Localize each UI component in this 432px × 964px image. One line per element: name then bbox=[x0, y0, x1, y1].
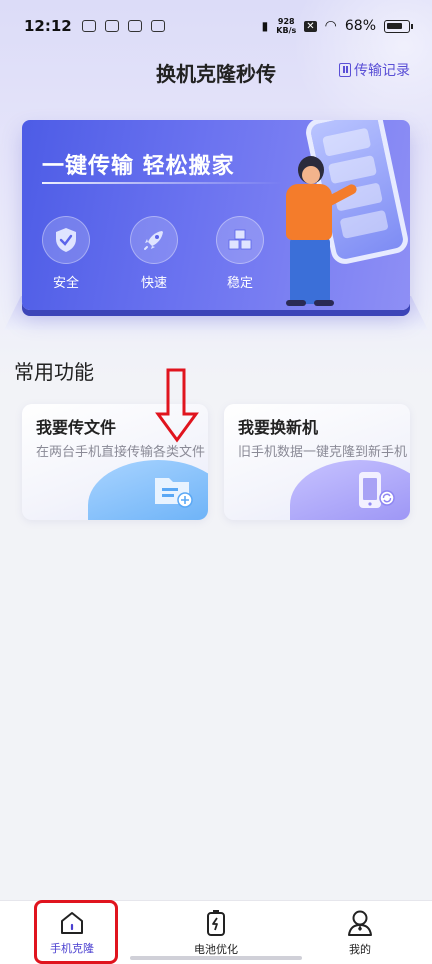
hero-banner: 一键传输 轻松搬家 安全 快速 稳定 bbox=[22, 120, 410, 310]
no-sim-icon: ✕ bbox=[304, 20, 317, 32]
new-phone-card[interactable]: 我要换新机 旧手机数据一键克隆到新手机 bbox=[224, 404, 410, 520]
nav-label-me: 我的 bbox=[349, 942, 371, 956]
nav-label-phone-clone: 手机克隆 bbox=[50, 941, 94, 955]
history-icon bbox=[339, 63, 351, 77]
notification-mail-icon bbox=[127, 20, 142, 32]
bottom-navigation: 手机克隆 电池优化 我的 bbox=[0, 900, 432, 964]
feature-stable: 稳定 bbox=[210, 216, 270, 291]
notification-app-icon bbox=[104, 20, 119, 32]
network-speed-value: 928 bbox=[277, 17, 295, 26]
cubes-icon bbox=[216, 216, 264, 264]
network-speed: 928 KB/s bbox=[276, 17, 296, 35]
status-time: 12:12 bbox=[24, 17, 72, 35]
send-files-title: 我要传文件 bbox=[36, 418, 117, 437]
home-indicator[interactable] bbox=[130, 956, 302, 960]
new-phone-title: 我要换新机 bbox=[238, 418, 319, 437]
notification-more-icon bbox=[150, 20, 165, 32]
transfer-history-link[interactable]: 传输记录 bbox=[339, 60, 410, 80]
annotation-arrow bbox=[155, 368, 199, 443]
folder-icon bbox=[152, 470, 196, 510]
feature-secure: 安全 bbox=[36, 216, 96, 291]
banner-underline bbox=[42, 182, 282, 184]
feature-fast-label: 快速 bbox=[140, 276, 167, 291]
feature-secure-label: 安全 bbox=[52, 276, 79, 291]
person-illustration bbox=[274, 150, 359, 310]
wifi-icon: ◠ bbox=[324, 18, 337, 34]
shield-check-icon bbox=[42, 216, 90, 264]
rocket-icon bbox=[130, 216, 178, 264]
status-bar: 12:12 ▮ 928 KB/s ✕ ◠ 68% bbox=[0, 0, 432, 52]
battery-icon bbox=[384, 19, 413, 33]
nav-item-phone-clone[interactable]: 手机克隆 bbox=[0, 901, 144, 964]
battery-percent: 68% bbox=[344, 18, 376, 34]
notification-app-icon bbox=[81, 20, 96, 32]
phone-icon bbox=[354, 470, 398, 510]
banner-headline: 一键传输 轻松搬家 bbox=[42, 154, 235, 179]
battery-charge-icon bbox=[207, 909, 225, 936]
section-title-common-functions: 常用功能 bbox=[14, 360, 94, 384]
feature-stable-label: 稳定 bbox=[226, 276, 253, 291]
status-right-group: ▮ 928 KB/s ✕ ◠ 68% bbox=[261, 17, 413, 35]
network-speed-unit: KB/s bbox=[276, 26, 297, 35]
nav-label-battery-optimize: 电池优化 bbox=[194, 942, 238, 956]
nav-item-me[interactable]: 我的 bbox=[288, 901, 432, 964]
feature-fast: 快速 bbox=[124, 216, 184, 291]
new-phone-description: 旧手机数据一键克隆到新手机 bbox=[238, 445, 408, 460]
nav-item-battery-optimize[interactable]: 电池优化 bbox=[144, 901, 288, 964]
transfer-history-label: 传输记录 bbox=[354, 63, 410, 79]
send-files-description: 在两台手机直接传输各类文件 bbox=[36, 445, 206, 460]
home-icon bbox=[61, 911, 83, 934]
vibrate-icon: ▮ bbox=[261, 19, 269, 33]
person-icon bbox=[348, 910, 372, 936]
